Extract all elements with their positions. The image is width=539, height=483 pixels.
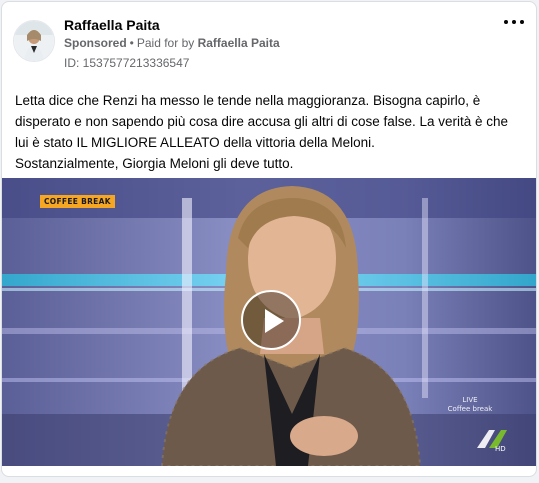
post-header: Raffaella Paita Sponsored • Paid for by Ra… [13,17,524,73]
post-text-line: Letta dice che Renzi ha messo le tende n… [15,93,509,150]
svg-text:HD: HD [495,445,506,452]
live-caption: LIVE Coffee break [420,396,520,414]
video-player[interactable]: COFFEE BREAK LIVE Coffee break HD [2,178,536,466]
more-options-button[interactable] [504,18,524,26]
play-button[interactable] [241,290,301,350]
sponsored-label: Sponsored [64,36,127,50]
program-badge: COFFEE BREAK [40,195,115,208]
paid-for-name[interactable]: Raffaella Paita [198,36,280,50]
post-text-line: Sostanzialmente, Giorgia Meloni gli deve… [15,156,294,171]
paid-for-prefix: Paid for by [136,36,195,50]
ad-id: ID: 1537577213336547 [64,56,190,70]
post-text: Letta dice che Renzi ha messo le tende n… [15,90,523,174]
sponsored-meta: Sponsored • Paid for by Raffaella Paita [64,36,280,50]
play-icon [265,309,284,333]
live-label: LIVE [462,396,478,404]
more-horizontal-icon [504,20,508,24]
program-caption: Coffee break [447,405,493,413]
author-name[interactable]: Raffaella Paita [64,17,160,33]
la7-logo: HD [475,426,509,453]
separator-dot: • [129,36,134,50]
ad-card: Raffaella Paita Sponsored • Paid for by Ra… [1,1,537,477]
avatar[interactable] [13,20,55,62]
